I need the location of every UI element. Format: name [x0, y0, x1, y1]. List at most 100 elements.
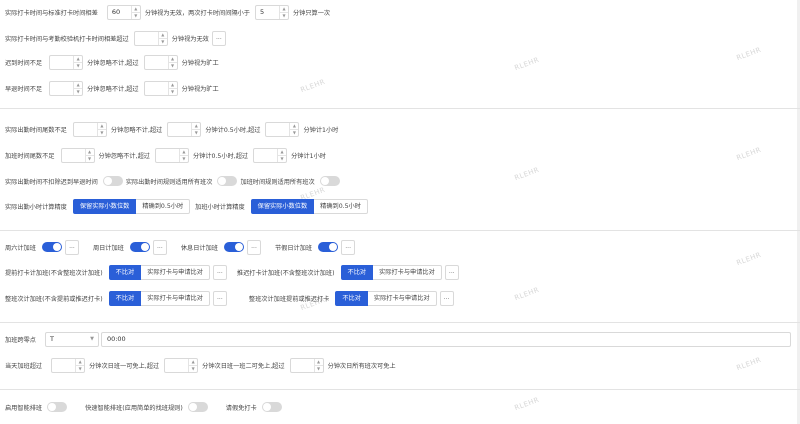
- sunday-overtime-toggle[interactable]: [129, 242, 150, 252]
- cross-midnight-label: 加班跨零点: [5, 336, 36, 344]
- overtime-all-shifts-toggle[interactable]: [319, 176, 340, 186]
- quick-schedule-toggle[interactable]: [187, 402, 208, 412]
- decrement-icon[interactable]: ▼: [74, 88, 83, 95]
- holiday-overtime-label: 节假日计加班: [275, 244, 313, 252]
- attendance-half-input[interactable]: ▲ ▼: [167, 121, 202, 137]
- more-button[interactable]: ...: [247, 239, 261, 255]
- saturday-overtime-label: 周六计加班: [5, 244, 36, 252]
- saturday-overtime-toggle[interactable]: [41, 242, 62, 252]
- smart-schedule-row: 启用智能排班 快速智能排班(应用简单的找班规则) 请假免打卡: [5, 398, 282, 416]
- decrement-icon[interactable]: ▼: [280, 12, 288, 19]
- watermark: RLEHR: [513, 165, 541, 183]
- precision-row: 实际出勤小时计算精度 保留实际小数位数 精确到0.5小时 加班小时计算精度 保留…: [5, 197, 368, 215]
- overtime-over-label: 当天加班超过: [5, 362, 43, 370]
- more-button[interactable]: ...: [64, 239, 79, 255]
- decrement-icon[interactable]: ▼: [189, 365, 198, 372]
- no-compare-option[interactable]: 不比对: [335, 290, 368, 306]
- decrement-icon[interactable]: ▼: [76, 365, 85, 372]
- overtime-half-input[interactable]: ▲ ▼: [154, 147, 189, 163]
- late-row: 迟到时间不足 ▲ ▼ 分钟忽略不计,超过 ▲ ▼ 分钟视为旷工: [5, 53, 219, 71]
- full-shift-early-late-segment: 不比对 实际打卡与申请比对: [335, 290, 437, 306]
- punch-interval-input[interactable]: 5 ▲ ▼: [255, 4, 289, 20]
- late-ignore-label: 分钟忽略不计,超过: [87, 59, 139, 67]
- full-shift-compare-segment: 不比对 实际打卡与申请比对: [108, 290, 210, 306]
- compare-request-option[interactable]: 实际打卡与申请比对: [367, 290, 437, 306]
- restday-overtime-label: 休息日计加班: [180, 244, 218, 252]
- early-ignore-input[interactable]: ▲ ▼: [49, 80, 84, 96]
- section-divider: [0, 389, 800, 390]
- overtime-ignore-input[interactable]: ▲ ▼: [60, 147, 95, 163]
- early-late-overtime-row: 提前打卡计加班(不含整班次计加班) 不比对 实际打卡与申请比对 ... 推迟打卡…: [5, 263, 459, 281]
- early-punch-compare-segment: 不比对 实际打卡与申请比对: [108, 264, 210, 280]
- attendance-all-shifts-toggle[interactable]: [217, 176, 238, 186]
- no-deduct-toggle[interactable]: [102, 176, 123, 186]
- cross-midnight-time-input[interactable]: 00:00: [100, 331, 791, 347]
- decrement-icon[interactable]: ▼: [168, 62, 177, 69]
- more-button[interactable]: ...: [212, 264, 227, 280]
- compare-request-option[interactable]: 实际打卡与申请比对: [141, 290, 210, 306]
- more-button[interactable]: ...: [444, 264, 459, 280]
- device-diff-label: 实际打卡时间与考勤校验机打卡时间相差超过: [5, 35, 129, 43]
- decrement-icon[interactable]: ▼: [85, 155, 94, 162]
- decrement-icon[interactable]: ▼: [314, 365, 323, 372]
- full-shift-overtime-label: 整班次计加班(不含提前或推迟打卡): [5, 295, 103, 303]
- early-punch-overtime-label: 提前打卡计加班(不含整班次计加班): [5, 269, 103, 277]
- exempt-shift1-input[interactable]: ▲ ▼: [51, 357, 86, 373]
- decrement-icon[interactable]: ▼: [158, 38, 167, 45]
- exempt-all-input[interactable]: ▲ ▼: [289, 357, 324, 373]
- cross-midnight-select[interactable]: T ▼: [44, 331, 99, 347]
- more-button[interactable]: ...: [152, 239, 167, 255]
- more-button[interactable]: ...: [439, 290, 454, 306]
- half-hour-option[interactable]: 精确到0.5小时: [136, 198, 191, 214]
- restday-overtime-toggle[interactable]: [224, 242, 244, 252]
- compare-request-option[interactable]: 实际打卡与申请比对: [141, 264, 210, 280]
- section-divider: [0, 322, 800, 323]
- attendance-ignore-input[interactable]: ▲ ▼: [72, 121, 107, 137]
- attendance-half-label: 分钟计0.5小时,超过: [205, 126, 261, 134]
- overtime-rounding-row: 加班时间尾数不足 ▲ ▼ 分钟忽略不计,超过 ▲ ▼ 分钟计0.5小时,超过 ▲ ▼ …: [5, 146, 326, 164]
- punch-diff-row: 实际打卡时间与标准打卡时间相差 60 ▲ ▼ 分钟视为无效，两次打卡时间间隔小于 5…: [5, 3, 330, 21]
- early-ignore-label: 分钟忽略不计,超过: [87, 85, 139, 93]
- decrement-icon[interactable]: ▼: [192, 129, 201, 136]
- no-compare-option[interactable]: 不比对: [340, 264, 374, 280]
- late-punch-overtime-label: 推迟打卡计加班(不含整班次计加班): [236, 269, 335, 277]
- decrement-icon[interactable]: ▼: [97, 129, 106, 136]
- punch-once-label: 分钟只算一次: [293, 9, 331, 17]
- no-compare-option[interactable]: 不比对: [108, 290, 142, 306]
- overtime-half-label: 分钟计0.5小时,超过: [192, 152, 249, 160]
- attendance-rounding-row: 实际出勤时间尾数不足 ▲ ▼ 分钟忽略不计,超过 ▲ ▼ 分钟计0.5小时,超过 ▲…: [5, 120, 338, 138]
- overtime-full-input[interactable]: ▲ ▼: [253, 147, 288, 163]
- more-button[interactable]: ...: [212, 290, 227, 306]
- keep-decimals-option[interactable]: 保留实际小数位数: [72, 198, 137, 214]
- half-hour-option[interactable]: 精确到0.5小时: [314, 198, 368, 214]
- watermark: RLEHR: [513, 285, 541, 303]
- exempt-shift2-input[interactable]: ▲ ▼: [164, 357, 199, 373]
- decrement-icon[interactable]: ▼: [278, 155, 287, 162]
- decrement-icon[interactable]: ▼: [290, 129, 299, 136]
- early-absent-input[interactable]: ▲ ▼: [143, 80, 178, 96]
- compare-request-option[interactable]: 实际打卡与申请比对: [373, 264, 442, 280]
- leave-no-punch-toggle[interactable]: [261, 402, 282, 412]
- decrement-icon[interactable]: ▼: [131, 12, 140, 19]
- watermark: RLEHR: [735, 250, 763, 268]
- overtime-ignore-label: 分钟忽略不计,超过: [98, 152, 150, 160]
- decrement-icon[interactable]: ▼: [179, 155, 188, 162]
- late-ignore-input[interactable]: ▲ ▼: [49, 54, 84, 70]
- late-punch-compare-segment: 不比对 实际打卡与申请比对: [340, 264, 442, 280]
- smart-schedule-toggle[interactable]: [47, 402, 68, 412]
- late-absent-input[interactable]: ▲ ▼: [143, 54, 178, 70]
- more-button[interactable]: ...: [341, 239, 356, 255]
- holiday-overtime-toggle[interactable]: [318, 242, 339, 252]
- no-compare-option[interactable]: 不比对: [108, 264, 142, 280]
- attendance-full-input[interactable]: ▲ ▼: [265, 121, 300, 137]
- attendance-ignore-label: 分钟忽略不计,超过: [110, 126, 163, 134]
- punch-diff-input[interactable]: 60 ▲ ▼: [106, 4, 141, 20]
- keep-decimals-option[interactable]: 保留实际小数位数: [250, 198, 315, 214]
- more-button[interactable]: ...: [211, 30, 226, 46]
- full-shift-overtime-row: 整班次计加班(不含提前或推迟打卡) 不比对 实际打卡与申请比对 ... 整班次计…: [5, 289, 454, 307]
- exempt-shift2-label: 分钟次日班一班二可免上,超过: [202, 362, 285, 370]
- device-invalid-label: 分钟视为无效: [171, 35, 209, 43]
- decrement-icon[interactable]: ▼: [74, 62, 83, 69]
- decrement-icon[interactable]: ▼: [168, 88, 177, 95]
- device-diff-input[interactable]: ▲ ▼: [133, 30, 168, 46]
